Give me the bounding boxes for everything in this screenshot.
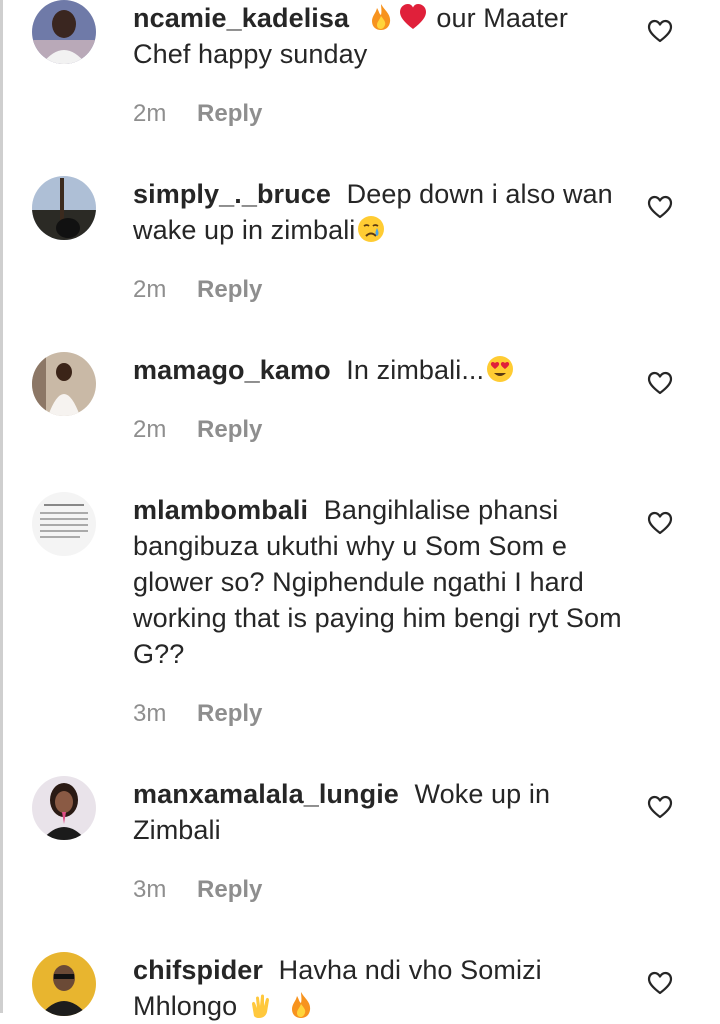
comment-username[interactable]: chifspider: [133, 955, 263, 985]
screen-edge: [0, 0, 3, 1013]
comment-text: chifspider Havha ndi vho Somizi Mhlongo: [133, 952, 623, 1024]
comment-meta: 2m Reply: [133, 275, 262, 305]
comment-text: mlambombali Bangihlalise phansi bangibuz…: [133, 492, 623, 672]
like-heart-icon[interactable]: [647, 19, 673, 43]
heart-eyes-emoji: [487, 356, 514, 382]
comment-time: 2m: [133, 100, 167, 127]
like-heart-icon[interactable]: [647, 511, 673, 535]
avatar[interactable]: [32, 0, 96, 64]
like-heart-icon[interactable]: [647, 371, 673, 395]
comment-username[interactable]: manxamalala_lungie: [133, 779, 399, 809]
comment-body: In zimbali...: [346, 355, 485, 385]
comment-meta: 2m Reply: [133, 415, 262, 445]
fire-emoji: [291, 992, 310, 1018]
avatar[interactable]: [32, 176, 96, 240]
comment-username[interactable]: simply_._bruce: [133, 179, 331, 209]
comment-meta: 2m Reply: [133, 99, 262, 129]
comment-meta: 3m Reply: [133, 875, 262, 905]
comment-text: simply_._bruce Deep down i also wan wake…: [133, 176, 623, 248]
reply-button[interactable]: Reply: [197, 276, 262, 303]
crying-face-emoji: [358, 216, 385, 242]
fire-emoji: [371, 4, 390, 30]
comment-time: 2m: [133, 416, 167, 443]
comment-username[interactable]: mamago_kamo: [133, 355, 331, 385]
red-heart-emoji: [399, 4, 426, 29]
like-heart-icon[interactable]: [647, 795, 673, 819]
comment-text: ncamie_kadelisa our Maater Chef happy su…: [133, 0, 623, 72]
avatar[interactable]: [32, 952, 96, 1016]
like-heart-icon[interactable]: [647, 971, 673, 995]
comment-text: manxamalala_lungie Woke up in Zimbali: [133, 776, 623, 848]
comment-username[interactable]: mlambombali: [133, 495, 308, 525]
reply-button[interactable]: Reply: [197, 416, 262, 443]
like-heart-icon[interactable]: [647, 195, 673, 219]
comment-time: 3m: [133, 700, 167, 727]
reply-button[interactable]: Reply: [197, 100, 262, 127]
avatar[interactable]: [32, 776, 96, 840]
comment-time: 2m: [133, 276, 167, 303]
comment-text: mamago_kamo In zimbali...: [133, 352, 623, 388]
reply-button[interactable]: Reply: [197, 876, 262, 903]
avatar[interactable]: [32, 492, 96, 556]
comment-time: 3m: [133, 876, 167, 903]
comment-meta: 3m Reply: [133, 699, 262, 729]
avatar[interactable]: [32, 352, 96, 416]
reply-button[interactable]: Reply: [197, 700, 262, 727]
comment-username[interactable]: ncamie_kadelisa: [133, 3, 349, 33]
clapping-hands-emoji: [251, 994, 269, 1018]
